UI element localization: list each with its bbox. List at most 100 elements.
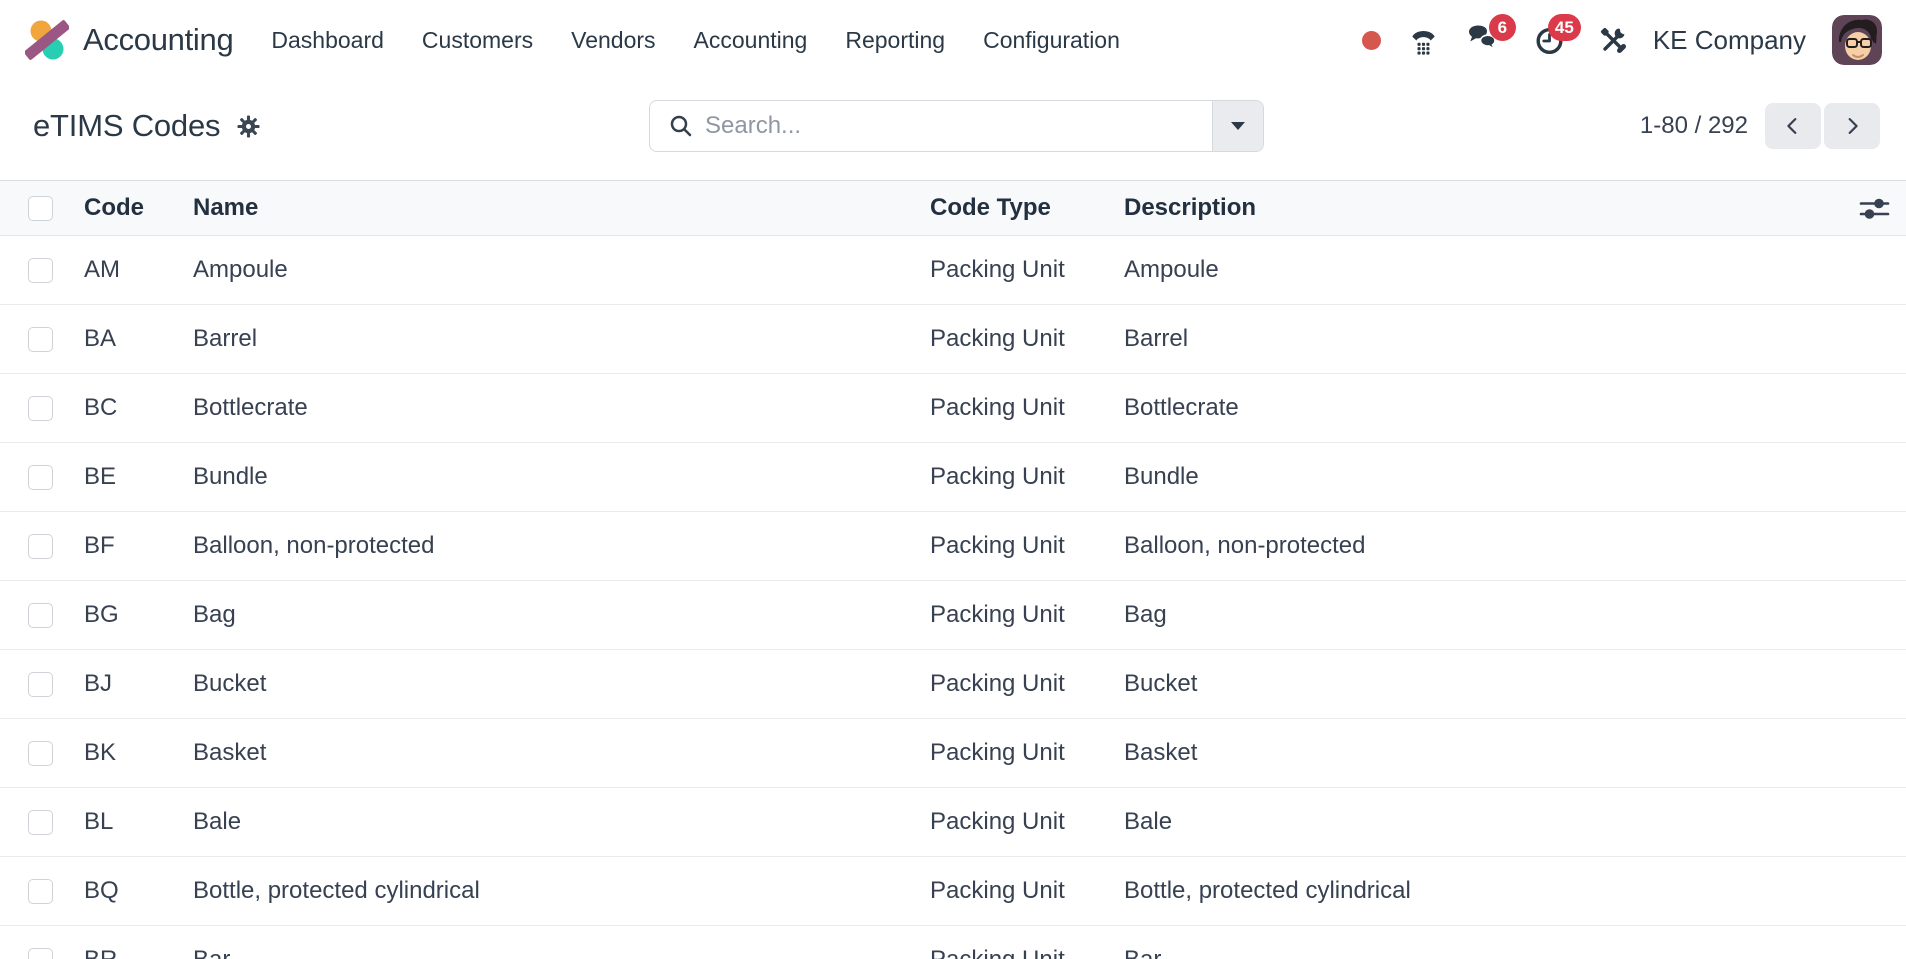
row-checkbox[interactable] bbox=[28, 879, 53, 904]
row-checkbox[interactable] bbox=[28, 810, 53, 835]
cell-name: Basket bbox=[193, 739, 930, 767]
cell-code: BQ bbox=[84, 877, 193, 905]
chevron-down-icon bbox=[1230, 121, 1246, 131]
chevron-right-icon bbox=[1841, 115, 1863, 137]
cell-code-type: Packing Unit bbox=[930, 394, 1124, 422]
row-checkbox[interactable] bbox=[28, 258, 53, 283]
column-header-code[interactable]: Code bbox=[84, 194, 144, 221]
column-header-code-type[interactable]: Code Type bbox=[930, 194, 1051, 221]
table-row[interactable]: BE Bundle Packing Unit Bundle bbox=[0, 443, 1906, 512]
row-checkbox[interactable] bbox=[28, 396, 53, 421]
search-dropdown-toggle[interactable] bbox=[1212, 101, 1263, 151]
menu-item-configuration[interactable]: Configuration bbox=[983, 27, 1120, 54]
cell-description: Barrel bbox=[1124, 325, 1826, 353]
cell-name: Balloon, non-protected bbox=[193, 532, 930, 560]
main-menu: Dashboard Customers Vendors Accounting R… bbox=[271, 27, 1120, 54]
action-gear-icon[interactable] bbox=[237, 115, 260, 138]
menu-item-accounting[interactable]: Accounting bbox=[694, 27, 808, 54]
control-panel: eTIMS Codes bbox=[0, 80, 1906, 180]
cell-code: BR bbox=[84, 946, 193, 959]
cell-name: Bundle bbox=[193, 463, 930, 491]
table-row[interactable]: BG Bag Packing Unit Bag bbox=[0, 581, 1906, 650]
company-switcher[interactable]: KE Company bbox=[1653, 25, 1806, 56]
column-header-name[interactable]: Name bbox=[193, 194, 258, 221]
table-row[interactable]: BQ Bottle, protected cylindrical Packing… bbox=[0, 857, 1906, 926]
cell-code: BF bbox=[84, 532, 193, 560]
cell-name: Ampoule bbox=[193, 256, 930, 284]
cell-code-type: Packing Unit bbox=[930, 325, 1124, 353]
red-status-dot-icon[interactable] bbox=[1362, 31, 1381, 50]
cell-name: Bottlecrate bbox=[193, 394, 930, 422]
cell-code-type: Packing Unit bbox=[930, 739, 1124, 767]
cell-name: Bag bbox=[193, 601, 930, 629]
cell-code-type: Packing Unit bbox=[930, 463, 1124, 491]
table-body: AM Ampoule Packing Unit Ampoule BA Barre… bbox=[0, 236, 1906, 959]
pager-value[interactable]: 1-80 / 292 bbox=[1640, 112, 1748, 140]
cell-code-type: Packing Unit bbox=[930, 877, 1124, 905]
menu-item-reporting[interactable]: Reporting bbox=[845, 27, 945, 54]
table-header: Code Name Code Type Description bbox=[0, 180, 1906, 236]
menu-item-dashboard[interactable]: Dashboard bbox=[271, 27, 384, 54]
cell-code-type: Packing Unit bbox=[930, 808, 1124, 836]
pager-previous-button[interactable] bbox=[1765, 103, 1821, 149]
cell-code: BE bbox=[84, 463, 193, 491]
row-checkbox[interactable] bbox=[28, 603, 53, 628]
cell-name: Bar bbox=[193, 946, 930, 959]
cell-name: Bucket bbox=[193, 670, 930, 698]
cell-code-type: Packing Unit bbox=[930, 532, 1124, 560]
select-all-checkbox[interactable] bbox=[28, 196, 53, 221]
row-checkbox[interactable] bbox=[28, 672, 53, 697]
cell-description: Ampoule bbox=[1124, 256, 1826, 284]
developer-tools-icon[interactable] bbox=[1599, 26, 1627, 54]
column-header-description[interactable]: Description bbox=[1124, 194, 1256, 221]
cell-code-type: Packing Unit bbox=[930, 601, 1124, 629]
cell-description: Bar bbox=[1124, 946, 1826, 959]
menu-item-customers[interactable]: Customers bbox=[422, 27, 533, 54]
cell-code: BL bbox=[84, 808, 193, 836]
voip-phone-icon[interactable] bbox=[1409, 26, 1438, 55]
cell-code: BG bbox=[84, 601, 193, 629]
row-checkbox[interactable] bbox=[28, 741, 53, 766]
cell-description: Bottle, protected cylindrical bbox=[1124, 877, 1826, 905]
table-row[interactable]: BK Basket Packing Unit Basket bbox=[0, 719, 1906, 788]
cell-description: Bag bbox=[1124, 601, 1826, 629]
row-checkbox[interactable] bbox=[28, 327, 53, 352]
user-avatar[interactable] bbox=[1806, 15, 1882, 65]
table-row[interactable]: BC Bottlecrate Packing Unit Bottlecrate bbox=[0, 374, 1906, 443]
table-row[interactable]: BJ Bucket Packing Unit Bucket bbox=[0, 650, 1906, 719]
search-input[interactable] bbox=[693, 101, 1212, 151]
cell-name: Bale bbox=[193, 808, 930, 836]
chevron-left-icon bbox=[1782, 115, 1804, 137]
cell-description: Bottlecrate bbox=[1124, 394, 1826, 422]
row-checkbox[interactable] bbox=[28, 534, 53, 559]
cell-description: Bucket bbox=[1124, 670, 1826, 698]
cell-description: Basket bbox=[1124, 739, 1826, 767]
search-icon bbox=[650, 101, 693, 151]
row-checkbox[interactable] bbox=[28, 465, 53, 490]
table-row[interactable]: BR Bar Packing Unit Bar bbox=[0, 926, 1906, 959]
etims-codes-list: Code Name Code Type Description AM Ampou… bbox=[0, 180, 1906, 959]
pager-next-button[interactable] bbox=[1824, 103, 1880, 149]
menu-item-vendors[interactable]: Vendors bbox=[571, 27, 655, 54]
table-row[interactable]: AM Ampoule Packing Unit Ampoule bbox=[0, 236, 1906, 305]
cell-code: BC bbox=[84, 394, 193, 422]
app-name[interactable]: Accounting bbox=[83, 22, 233, 58]
cell-code: BK bbox=[84, 739, 193, 767]
messages-badge: 6 bbox=[1489, 14, 1516, 41]
table-row[interactable]: BA Barrel Packing Unit Barrel bbox=[0, 305, 1906, 374]
cell-description: Bale bbox=[1124, 808, 1826, 836]
row-checkbox[interactable] bbox=[28, 948, 53, 959]
table-row[interactable]: BL Bale Packing Unit Bale bbox=[0, 788, 1906, 857]
cell-description: Balloon, non-protected bbox=[1124, 532, 1826, 560]
cell-description: Bundle bbox=[1124, 463, 1826, 491]
top-navbar: Accounting Dashboard Customers Vendors A… bbox=[0, 0, 1906, 80]
cell-name: Barrel bbox=[193, 325, 930, 353]
optional-columns-icon[interactable] bbox=[1858, 197, 1891, 220]
messages-icon[interactable]: 6 bbox=[1466, 25, 1500, 56]
table-row[interactable]: BF Balloon, non-protected Packing Unit B… bbox=[0, 512, 1906, 581]
cell-code-type: Packing Unit bbox=[930, 946, 1124, 959]
activities-badge: 45 bbox=[1548, 14, 1581, 41]
activities-icon[interactable]: 45 bbox=[1534, 25, 1565, 56]
cell-code: AM bbox=[84, 256, 193, 284]
accounting-app-logo-icon[interactable] bbox=[25, 18, 69, 62]
